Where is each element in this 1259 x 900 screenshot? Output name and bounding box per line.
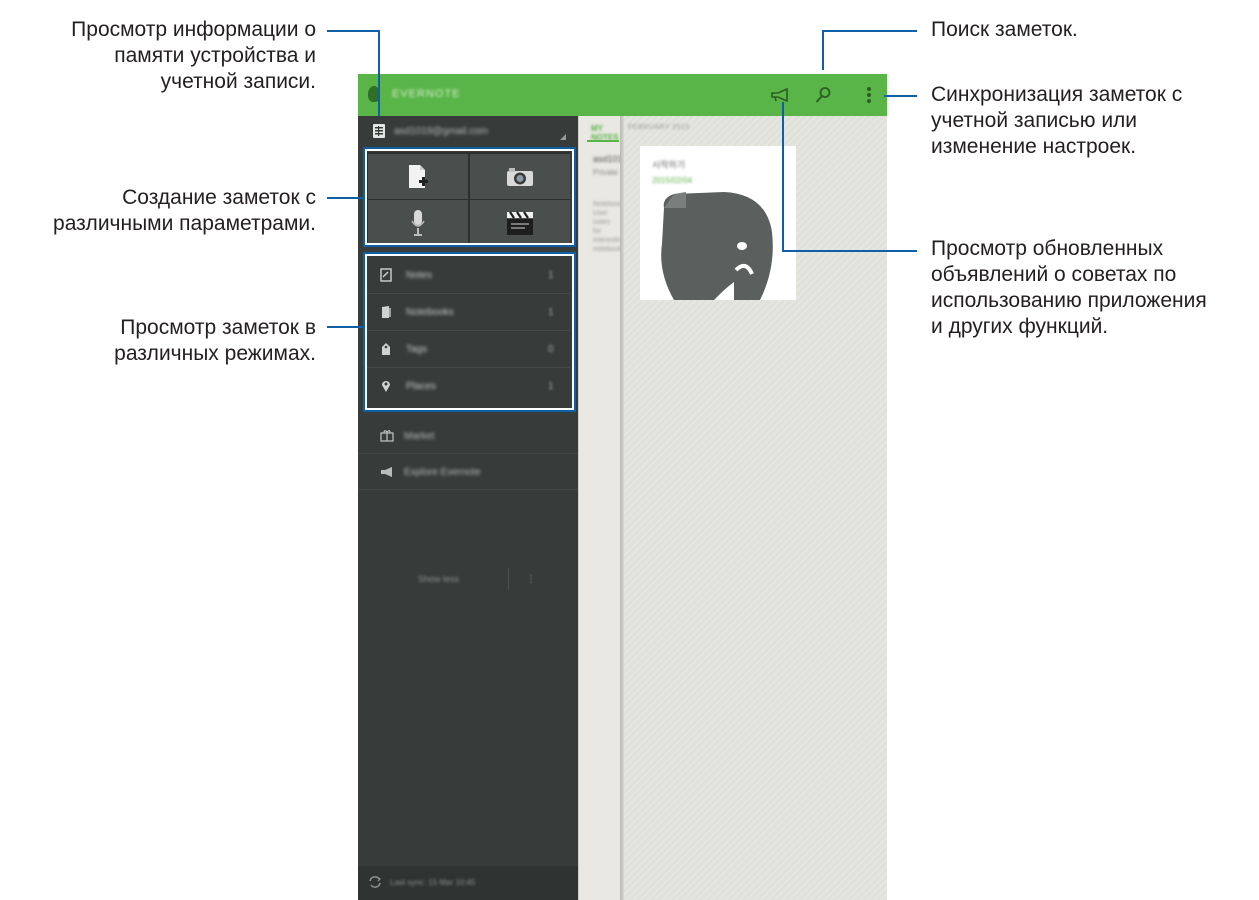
account-dropdown-icon[interactable] (560, 134, 566, 140)
evernote-elephant-icon (661, 192, 773, 300)
account-storage-icon[interactable] (372, 123, 386, 144)
callout-view-modes: Просмотр заметок в различных режимах. (114, 316, 316, 365)
leader-line (327, 326, 364, 328)
market-item[interactable]: Market (358, 418, 578, 454)
more-options-icon[interactable]: ⋮ (526, 574, 536, 585)
leader-line (782, 102, 784, 252)
app-title: EVERNOTE (392, 88, 461, 100)
tab-indicator (587, 140, 619, 142)
note-grid: FEBRUARY 2015 시작하기 2015/02/04 (624, 116, 887, 900)
highlight-box-view-modes (363, 252, 576, 412)
megaphone-icon (380, 465, 394, 483)
leader-line (782, 250, 917, 252)
sync-status-row[interactable]: Last sync: 15 Mar 10:45 (358, 866, 578, 900)
callout-search: Поиск заметок. (931, 18, 1078, 41)
account-row[interactable]: asd1019@gmail.com (358, 116, 578, 146)
notes-list-panel: MY NOTES asd1019 Private Notebook User n… (578, 116, 628, 900)
action-bar: EVERNOTE (358, 74, 887, 116)
show-less-button[interactable]: Show less (418, 574, 459, 584)
leader-line (378, 30, 380, 116)
account-email: asd1019@gmail.com (394, 126, 489, 137)
callout-create-notes: Создание заметок с различными параметрам… (53, 186, 316, 235)
leader-line (822, 30, 917, 32)
megaphone-icon[interactable] (770, 84, 792, 106)
note-title: 시작하기 (652, 160, 686, 170)
callout-sync-settings: Синхронизация заметок с учетной записью … (931, 83, 1183, 158)
list-note-snippet[interactable]: Notebook User notes for interesting note… (593, 200, 625, 254)
leader-line (327, 30, 380, 32)
gift-icon (380, 429, 394, 447)
explore-evernote-item[interactable]: Explore Evernote (358, 454, 578, 490)
note-card[interactable]: 시작하기 2015/02/04 (640, 146, 796, 300)
callout-announcements: Просмотр обновленных объявлений о совета… (931, 237, 1207, 338)
leader-line (884, 95, 917, 97)
month-header: FEBRUARY 2015 (628, 124, 690, 131)
more-vert-icon[interactable] (858, 84, 880, 106)
last-sync-text: Last sync: 15 Mar 10:45 (390, 878, 476, 887)
list-subtitle: Private (593, 168, 618, 177)
divider (508, 568, 509, 590)
search-icon[interactable] (812, 84, 834, 106)
highlight-box-create (363, 147, 576, 247)
note-date: 2015/02/04 (652, 176, 693, 185)
callout-storage-info: Просмотр информации о памяти устройства … (71, 18, 316, 93)
leader-line (822, 30, 824, 70)
leader-line (327, 197, 364, 199)
sync-icon[interactable] (368, 875, 382, 894)
